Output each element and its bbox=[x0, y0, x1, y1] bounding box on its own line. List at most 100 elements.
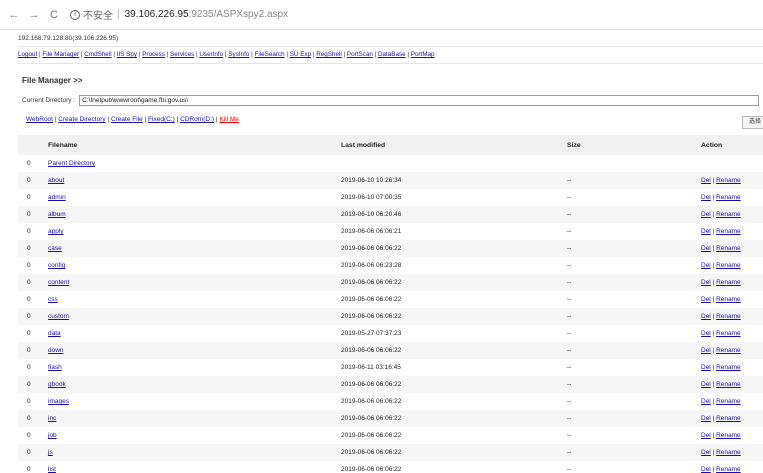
current-directory-input[interactable] bbox=[79, 95, 760, 106]
delete-link[interactable]: Del bbox=[701, 228, 711, 235]
rename-link[interactable]: Rename bbox=[716, 432, 741, 439]
menu-item-iis-spy[interactable]: IIS Spy bbox=[117, 51, 137, 58]
delete-link[interactable]: Del bbox=[701, 364, 711, 371]
dir-link-create-file[interactable]: Create File bbox=[111, 116, 143, 123]
folder-link[interactable]: inc bbox=[48, 415, 56, 422]
folder-link[interactable]: config bbox=[48, 262, 65, 269]
back-arrow-icon[interactable]: ← bbox=[6, 7, 22, 23]
folder-link[interactable]: about bbox=[48, 177, 64, 184]
delete-link[interactable]: Del bbox=[701, 279, 711, 286]
rename-link[interactable]: Rename bbox=[716, 296, 741, 303]
folder-link[interactable]: case bbox=[48, 245, 62, 252]
rename-link[interactable]: Rename bbox=[716, 381, 741, 388]
folder-link[interactable]: js bbox=[48, 449, 53, 456]
menu-item-services[interactable]: Services bbox=[170, 51, 194, 58]
row-num: 0 bbox=[27, 381, 31, 388]
rename-link[interactable]: Rename bbox=[716, 330, 741, 337]
folder-link[interactable]: apply bbox=[48, 228, 64, 235]
delete-link[interactable]: Del bbox=[701, 415, 711, 422]
directory-links: WebRoot | Create Directory | Create File… bbox=[26, 116, 239, 123]
menu-item-logout[interactable]: Logout bbox=[18, 51, 37, 58]
row-num: 0 bbox=[27, 415, 31, 422]
row-size: -- bbox=[567, 296, 572, 303]
row-last-modified: 2019-06-06 06:06:22 bbox=[341, 313, 402, 320]
menu-item-su-exp[interactable]: SU Exp bbox=[290, 51, 311, 58]
delete-link[interactable]: Del bbox=[701, 449, 711, 456]
row-last-modified: 2019-06-06 06:23:28 bbox=[341, 262, 402, 269]
folder-link[interactable]: content bbox=[48, 279, 69, 286]
dir-link-cdrom-d[interactable]: CDRom(D:) bbox=[180, 116, 214, 123]
menu-item-cmdshell[interactable]: CmdShell bbox=[84, 51, 111, 58]
address-bar[interactable]: i 不安全 | 39.106.226.95:9235/ASPXspy2.aspx bbox=[70, 7, 288, 22]
delete-link[interactable]: Del bbox=[701, 347, 711, 354]
row-size: -- bbox=[567, 381, 572, 388]
dir-link-fixed-c[interactable]: Fixed(C:) bbox=[148, 116, 175, 123]
delete-link[interactable]: Del bbox=[701, 381, 711, 388]
info-icon[interactable]: i bbox=[70, 9, 80, 20]
folder-link[interactable]: data bbox=[48, 330, 61, 337]
folder-link[interactable]: album bbox=[48, 211, 66, 218]
folder-link[interactable]: admin bbox=[48, 194, 66, 201]
delete-link[interactable]: Del bbox=[701, 398, 711, 405]
rename-link[interactable]: Rename bbox=[716, 228, 741, 235]
row-num: 0 bbox=[27, 245, 31, 252]
kill-me-link[interactable]: Kill Me bbox=[219, 116, 239, 123]
menu-item-process[interactable]: Process bbox=[142, 51, 165, 58]
menu-item-portscan[interactable]: PortScan bbox=[347, 51, 373, 58]
delete-link[interactable]: Del bbox=[701, 330, 711, 337]
delete-link[interactable]: Del bbox=[701, 296, 711, 303]
delete-link[interactable]: Del bbox=[701, 245, 711, 252]
delete-link[interactable]: Del bbox=[701, 432, 711, 439]
table-row: 0 down 2019-06-06 06:06:22 -- Del | Rename bbox=[18, 342, 763, 359]
delete-link[interactable]: Del bbox=[701, 313, 711, 320]
delete-link[interactable]: Del bbox=[701, 211, 711, 218]
rename-link[interactable]: Rename bbox=[716, 364, 741, 371]
menu-item-sysinfo[interactable]: SysInfo bbox=[228, 51, 249, 58]
folder-link[interactable]: gbook bbox=[48, 381, 66, 388]
rename-link[interactable]: Rename bbox=[716, 449, 741, 456]
menu-item-regshell[interactable]: RegShell bbox=[316, 51, 342, 58]
menu-item-portmap[interactable]: PortMap bbox=[411, 51, 435, 58]
page-title: File Manager >> bbox=[22, 76, 83, 85]
folder-link[interactable]: list bbox=[48, 466, 56, 473]
rename-link[interactable]: Rename bbox=[716, 194, 741, 201]
folder-link[interactable]: images bbox=[48, 398, 69, 405]
menu-item-database[interactable]: DataBase bbox=[378, 51, 406, 58]
parent-directory-link[interactable]: Parent Directory bbox=[48, 160, 95, 167]
menu-item-filesearch[interactable]: FileSearch bbox=[254, 51, 284, 58]
rename-link[interactable]: Rename bbox=[716, 347, 741, 354]
table-row: 0 inc 2019-06-06 06:06:22 -- Del | Rename bbox=[18, 410, 763, 427]
rename-link[interactable]: Rename bbox=[716, 313, 741, 320]
dir-link-create-directory[interactable]: Create Directory bbox=[58, 116, 105, 123]
folder-link[interactable]: down bbox=[48, 347, 64, 354]
row-last-modified: 2019-05-27 07:37:23 bbox=[341, 330, 402, 337]
rename-link[interactable]: Rename bbox=[716, 398, 741, 405]
select-button[interactable]: 选择 bbox=[742, 116, 763, 129]
dir-link-webroot[interactable]: WebRoot bbox=[26, 116, 53, 123]
rename-link[interactable]: Rename bbox=[716, 245, 741, 252]
folder-link[interactable]: custom bbox=[48, 313, 69, 320]
row-last-modified: 2019-06-06 06:06:22 bbox=[341, 279, 402, 286]
row-last-modified: 2019-06-10 06:20:46 bbox=[341, 211, 402, 218]
server-ip-line: 192.168.79.128:80(39.106.226.95) bbox=[18, 35, 119, 42]
delete-link[interactable]: Del bbox=[701, 194, 711, 201]
delete-link[interactable]: Del bbox=[701, 262, 711, 269]
folder-link[interactable]: css bbox=[48, 296, 58, 303]
rename-link[interactable]: Rename bbox=[716, 415, 741, 422]
menu-item-file-manager[interactable]: File Manager bbox=[42, 51, 79, 58]
delete-link[interactable]: Del bbox=[701, 466, 711, 473]
folder-link[interactable]: job bbox=[48, 432, 57, 439]
row-num: 0 bbox=[27, 194, 31, 201]
rename-link[interactable]: Rename bbox=[716, 279, 741, 286]
rename-link[interactable]: Rename bbox=[716, 466, 741, 473]
rename-link[interactable]: Rename bbox=[716, 177, 741, 184]
rename-link[interactable]: Rename bbox=[716, 211, 741, 218]
reload-icon[interactable]: C bbox=[46, 7, 62, 23]
rename-link[interactable]: Rename bbox=[716, 262, 741, 269]
row-num: 0 bbox=[27, 347, 31, 354]
delete-link[interactable]: Del bbox=[701, 177, 711, 184]
folder-link[interactable]: flash bbox=[48, 364, 62, 371]
menu-item-userinfo[interactable]: UserInfo bbox=[199, 51, 223, 58]
forward-arrow-icon[interactable]: → bbox=[26, 7, 42, 23]
row-last-modified: 2019-06-06 06:06:22 bbox=[341, 415, 402, 422]
